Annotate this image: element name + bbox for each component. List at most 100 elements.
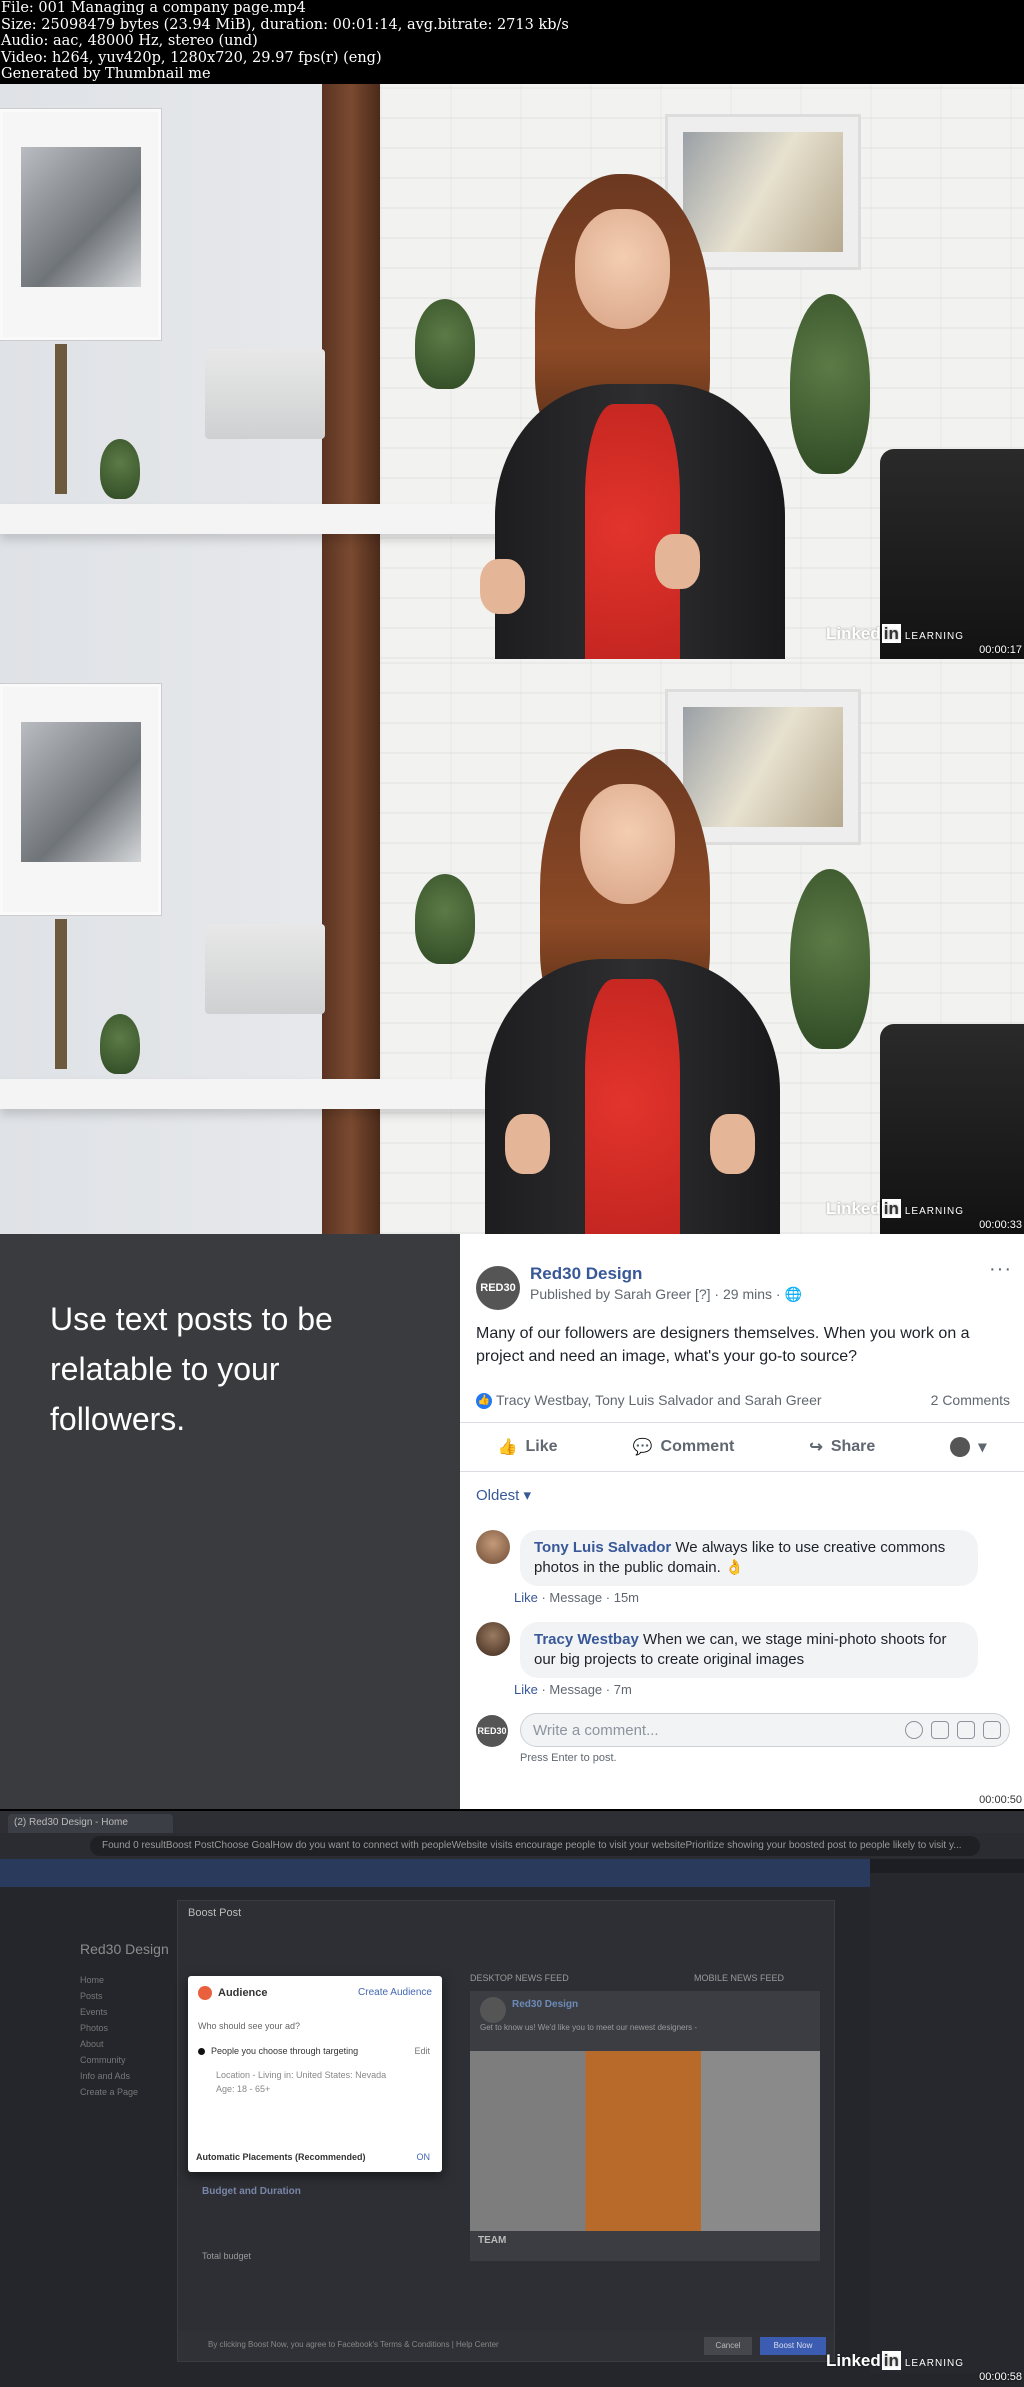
tall-plant <box>790 294 870 474</box>
browser-tab[interactable]: (2) Red30 Design - Home <box>8 1814 173 1833</box>
placements-label: Automatic Placements (Recommended) <box>196 2152 366 2162</box>
write-comment-input[interactable]: Write a comment... <box>520 1713 1010 1747</box>
info-line: File: 001 Managing a company page.mp4 <box>1 0 306 16</box>
total-budget-label: Total budget <box>202 2251 252 2261</box>
sidebar-item-home[interactable]: Home <box>80 1975 178 1985</box>
imac-computer <box>205 349 325 439</box>
url-input[interactable]: Found 0 resultBoost PostChoose GoalHow d… <box>90 1836 980 1856</box>
facebook-post: RED30 Red30 Design Published by Sarah Gr… <box>460 1234 1024 1809</box>
camera-icon[interactable] <box>931 1721 949 1739</box>
tab-bar: (2) Red30 Design - Home <box>0 1811 1024 1833</box>
wall-art-left <box>0 684 161 915</box>
post-actions: 👍 Like 💬 Comment ↪ Share ▾ <box>460 1422 1024 1472</box>
desk-lamp <box>55 919 67 1069</box>
commenter-avatar[interactable] <box>476 1530 510 1564</box>
sticker-icon[interactable] <box>983 1721 1001 1739</box>
linkedin-learning-logo: Linked in LEARNING <box>825 624 964 643</box>
tab-mobile-feed[interactable]: MOBILE NEWS FEED <box>694 1973 784 1983</box>
address-bar: Found 0 resultBoost PostChoose GoalHow d… <box>0 1833 1024 1859</box>
timestamp: 00:00:50 <box>979 1794 1022 1806</box>
preview-avatar <box>480 1997 506 2023</box>
comment-like-link[interactable]: Like <box>514 1682 538 1697</box>
placements-toggle[interactable]: ON <box>417 2152 431 2162</box>
sidebar-item-about[interactable]: About <box>80 2039 178 2049</box>
cancel-button[interactable]: Cancel <box>704 2337 752 2355</box>
post-as-selector[interactable]: ▾ <box>950 1437 986 1457</box>
comment-count[interactable]: 2 Comments <box>931 1392 1010 1408</box>
comment-author[interactable]: Tony Luis Salvador <box>534 1539 671 1556</box>
gif-icon[interactable] <box>957 1721 975 1739</box>
comment-bubble: Tracy Westbay When we can, we stage mini… <box>520 1622 978 1678</box>
reactions-summary[interactable]: 👍 Tracy Westbay, Tony Luis Salvador and S… <box>476 1392 822 1410</box>
timestamp: 00:00:33 <box>979 1219 1022 1231</box>
comment-footer: Like · Message · 15m <box>514 1590 640 1605</box>
post-meta: Published by Sarah Greer [?] · 29 mins ·… <box>530 1286 802 1302</box>
boost-now-button[interactable]: Boost Now <box>760 2337 826 2355</box>
comment-footer: Like · Message · 7m <box>514 1682 632 1697</box>
page-sidebar: Red30 Design Home Posts Events Photos Ab… <box>80 1891 178 2103</box>
desk-plant <box>100 439 140 499</box>
comment-bubble: Tony Luis Salvador We always like to use… <box>520 1530 978 1586</box>
shelf-plant <box>415 299 475 389</box>
slide-panel: Use text posts to be relatable to your f… <box>0 1234 460 1809</box>
commenter-avatar[interactable] <box>476 1622 510 1656</box>
sidebar-item-posts[interactable]: Posts <box>80 1991 178 2001</box>
page-avatar[interactable]: RED30 <box>476 1266 520 1310</box>
sidebar-item-info-ads[interactable]: Info and Ads <box>80 2071 178 2081</box>
shelf-plant <box>415 874 475 964</box>
ad-preview: Red30 Design Get to know us! We'd like y… <box>470 1991 820 2261</box>
linkedin-learning-logo: Linked in LEARNING <box>825 2351 964 2370</box>
popover-title: Audience <box>218 1987 268 1999</box>
location-detail: Location - Living in: United States: Nev… <box>216 2070 387 2080</box>
share-icon: ↪ <box>809 1439 823 1456</box>
edit-link[interactable]: Edit <box>414 2046 430 2056</box>
globe-icon: 🌐 <box>784 1286 802 1302</box>
page-name[interactable]: Red30 Design <box>530 1264 642 1284</box>
enter-hint: Press Enter to post. <box>520 1752 617 1764</box>
info-line: Audio: aac, 48000 Hz, stereo (und) <box>1 33 258 49</box>
more-options-icon[interactable]: ··· <box>989 1258 1012 1281</box>
chevron-down-icon: ▾ <box>978 1439 987 1456</box>
targeting-option[interactable]: People you choose through targeting <box>198 2046 358 2056</box>
info-line: Video: h264, yuv420p, 1280x720, 29.97 fp… <box>1 49 382 66</box>
wood-beam <box>322 659 380 1234</box>
current-user-avatar: RED30 <box>476 1715 508 1747</box>
tab-desktop-feed[interactable]: DESKTOP NEWS FEED <box>470 1973 569 1983</box>
video-frame-1: Linked in LEARNING 00:00:17 <box>0 84 1024 659</box>
comment-tools <box>905 1721 1001 1739</box>
desk <box>0 1079 560 1109</box>
share-button[interactable]: ↪ Share <box>809 1437 875 1457</box>
modal-footer: By clicking Boost Now, you agree to Face… <box>178 2331 834 2361</box>
desk-lamp <box>55 344 67 494</box>
browser-window: (2) Red30 Design - Home Found 0 resultBo… <box>0 1811 1024 2387</box>
create-audience-link[interactable]: Create Audience <box>358 1987 432 1998</box>
timestamp: 00:00:17 <box>979 644 1022 656</box>
video-frame-4: (2) Red30 Design - Home Found 0 resultBo… <box>0 1811 1024 2387</box>
comment-button[interactable]: 💬 Comment <box>633 1437 735 1457</box>
tall-plant <box>790 869 870 1049</box>
imac-computer <box>205 924 325 1014</box>
sidebar-page-name: Red30 Design <box>80 1941 169 1957</box>
timestamp: 00:00:58 <box>979 2371 1022 2383</box>
sidebar-item-photos[interactable]: Photos <box>80 2023 178 2033</box>
preview-text: Get to know us! We'd like you to meet ou… <box>480 2023 698 2032</box>
comment-like-link[interactable]: Like <box>514 1590 538 1605</box>
linkedin-learning-logo: Linked in LEARNING <box>825 1199 964 1218</box>
emoji-icon[interactable] <box>905 1721 923 1739</box>
slide-caption: Use text posts to be relatable to your f… <box>50 1301 333 1437</box>
desk-plant <box>100 1014 140 1074</box>
sidebar-item-create-page[interactable]: Create a Page <box>80 2087 178 2097</box>
comment-sort-dropdown[interactable]: Oldest ▾ <box>476 1486 531 1504</box>
modal-title: Boost Post <box>188 1907 242 1919</box>
preview-headline: TEAM <box>478 2235 507 2246</box>
terms-text: By clicking Boost Now, you agree to Face… <box>208 2340 499 2349</box>
budget-section-title: Budget and Duration <box>202 2186 301 2197</box>
sidebar-item-events[interactable]: Events <box>80 2007 178 2017</box>
video-frame-2: Linked in LEARNING 00:00:33 <box>0 659 1024 1234</box>
info-line: Generated by Thumbnail me <box>1 66 211 82</box>
sidebar-item-community[interactable]: Community <box>80 2055 178 2065</box>
like-button[interactable]: 👍 Like <box>498 1437 558 1457</box>
comment-author[interactable]: Tracy Westbay <box>534 1631 639 1648</box>
page-avatar-small <box>950 1437 971 1457</box>
wall-art-left <box>0 109 161 340</box>
